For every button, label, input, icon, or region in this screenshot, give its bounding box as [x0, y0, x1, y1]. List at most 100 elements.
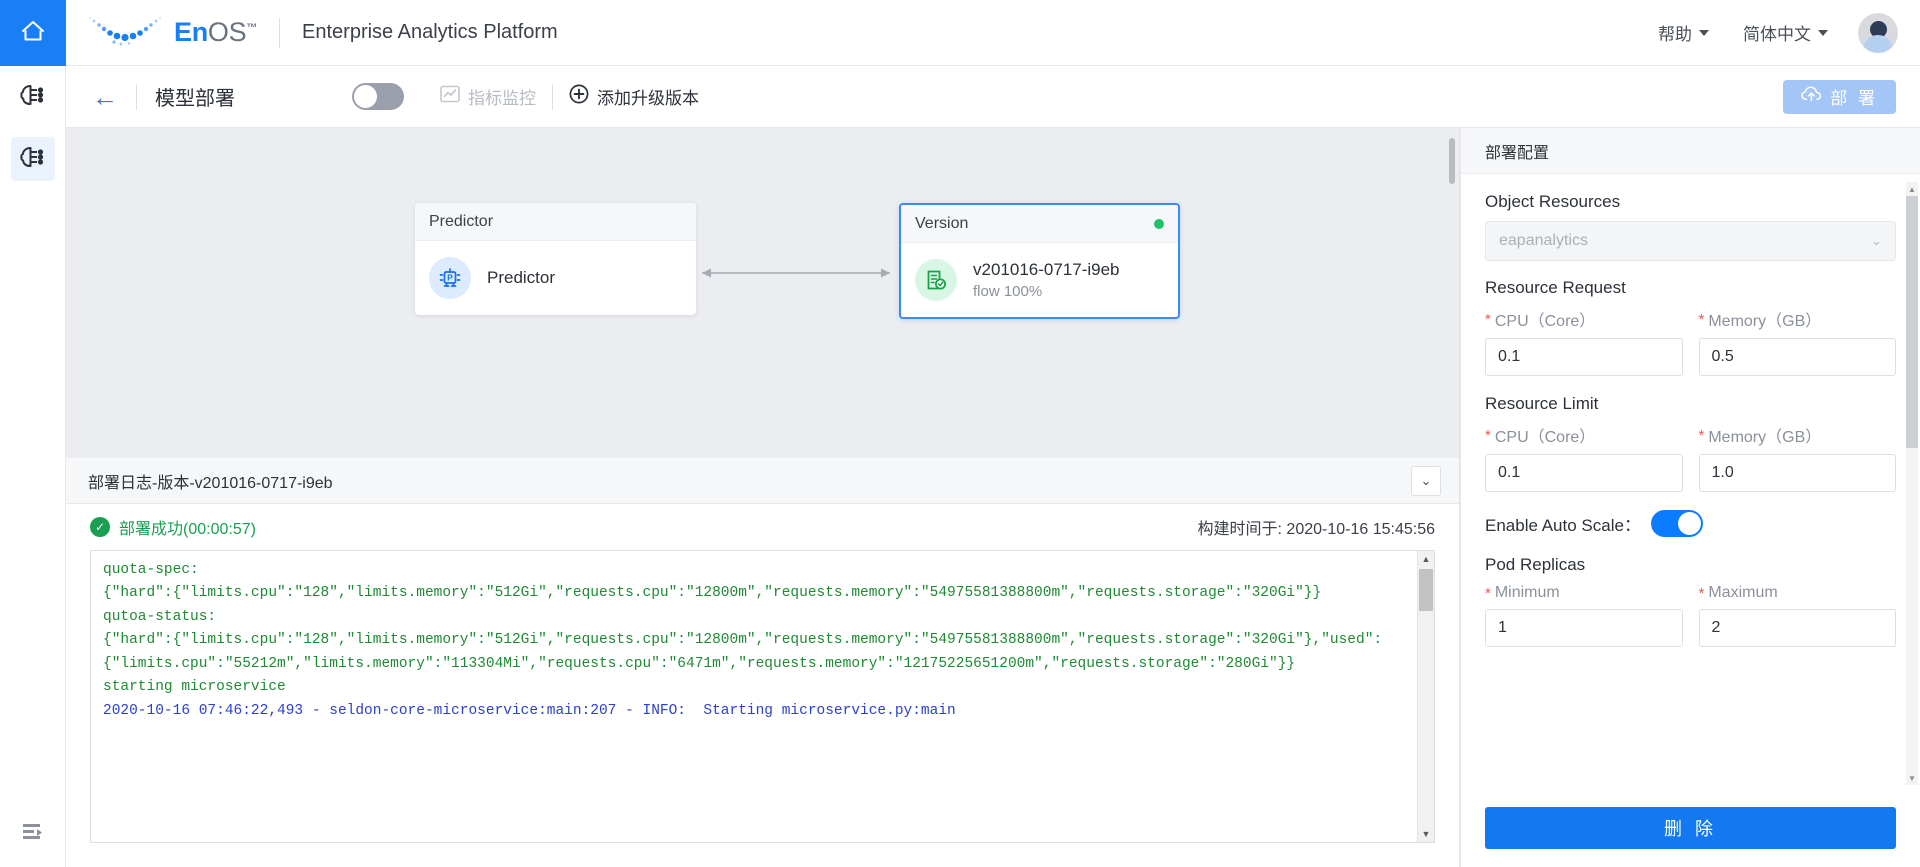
node-version-body: v201016-0717-i9eb flow 100% [901, 243, 1178, 317]
deploy-status-text: 部署成功(00:00:57) [119, 515, 256, 539]
toolbar-divider [136, 84, 137, 110]
log-scrollbar-track[interactable] [1418, 567, 1434, 826]
min-replicas-label-row: * Minimum [1485, 584, 1683, 602]
scroll-down-icon[interactable]: ▼ [1422, 826, 1431, 842]
log-line: {"hard":{"limits.cpu":"128","limits.memo… [103, 585, 1321, 601]
toggle-knob [354, 85, 377, 108]
log-line: qutoa-status: [103, 609, 216, 625]
node-version-header: Version [901, 205, 1178, 243]
max-replicas-label: Maximum [1708, 584, 1777, 602]
canvas-scrollbar[interactable] [1449, 138, 1455, 448]
add-upgrade-version-button[interactable]: 添加升级版本 [569, 84, 699, 109]
resource-limit-label: Resource Limit [1485, 394, 1896, 414]
plus-circle-icon [569, 84, 589, 109]
request-memory-field: * Memory（GB） 0.5 [1699, 307, 1897, 376]
request-cpu-field: * CPU（Core） 0.1 [1485, 307, 1683, 376]
toolbar-divider-2 [552, 84, 553, 110]
chevron-down-icon [1818, 30, 1828, 36]
auto-scale-row: Enable Auto Scale： [1485, 510, 1896, 537]
language-menu[interactable]: 简体中文 [1743, 20, 1828, 45]
add-upgrade-version-label: 添加升级版本 [597, 84, 699, 109]
limit-cpu-field: * CPU（Core） 0.1 [1485, 423, 1683, 492]
success-check-icon: ✓ [90, 517, 110, 537]
app-title: Enterprise Analytics Platform [302, 21, 558, 44]
limit-cpu-label: CPU（Core） [1495, 423, 1595, 447]
limit-memory-field: * Memory（GB） 1.0 [1699, 423, 1897, 492]
page-title: 模型部署 [155, 82, 235, 111]
ai-model-icon [19, 82, 47, 113]
pipeline-canvas[interactable]: Predictor P [66, 128, 1460, 458]
resource-request-fields: * CPU（Core） 0.1 * Memory（GB） 0.5 [1485, 307, 1896, 376]
object-resources-label: Object Resources [1485, 192, 1896, 212]
limit-cpu-input[interactable]: 0.1 [1485, 454, 1683, 492]
node-predictor-header: Predictor [415, 203, 696, 241]
collapse-menu-icon [21, 822, 45, 847]
node-predictor[interactable]: Predictor P [415, 203, 696, 315]
chart-icon [440, 85, 460, 108]
limit-memory-label-row: * Memory（GB） [1699, 423, 1897, 447]
config-scrollbar[interactable]: ▲ ▼ [1906, 182, 1918, 785]
config-scrollbar-track[interactable] [1906, 196, 1918, 771]
limit-cpu-label-row: * CPU（Core） [1485, 423, 1683, 447]
ai-model-icon [19, 144, 47, 175]
help-menu[interactable]: 帮助 [1658, 20, 1709, 45]
scroll-down-icon[interactable]: ▼ [1908, 771, 1916, 785]
node-version[interactable]: Version [899, 203, 1180, 319]
avatar-body [1863, 35, 1893, 53]
avatar[interactable] [1858, 13, 1898, 53]
node-version-subtitle: flow 100% [973, 283, 1120, 300]
node-connector [686, 263, 906, 283]
log-line-last: 2020-10-16 07:46:22,493 - seldon-core-mi… [103, 703, 956, 719]
min-replicas-input[interactable]: 1 [1485, 609, 1683, 647]
metrics-monitor-label: 指标监控 [468, 84, 536, 109]
monitor-toggle[interactable] [352, 83, 404, 110]
sidebar-item-model-2[interactable] [0, 128, 66, 190]
deploy-log-header: 部署日志-版本-v201016-0717-i9eb ⌄ [66, 458, 1459, 504]
home-button[interactable] [0, 0, 66, 66]
build-time-label: 构建时间于: 2020-10-16 15:45:56 [1198, 515, 1435, 539]
min-replicas-label: Minimum [1495, 584, 1560, 602]
resource-limit-fields: * CPU（Core） 0.1 * Memory（GB） 1.0 [1485, 423, 1896, 492]
limit-memory-input[interactable]: 1.0 [1699, 454, 1897, 492]
object-resources-select[interactable]: eapanalytics ⌄ [1485, 221, 1896, 261]
log-scrollbar[interactable]: ▲ ▼ [1417, 551, 1434, 842]
metrics-monitor-button[interactable]: 指标监控 [440, 84, 536, 109]
log-scrollbar-thumb[interactable] [1419, 569, 1433, 611]
required-marker: * [1699, 312, 1705, 327]
request-cpu-input[interactable]: 0.1 [1485, 338, 1683, 376]
scroll-up-icon[interactable]: ▲ [1908, 182, 1916, 196]
required-marker: * [1485, 586, 1491, 601]
config-scrollbar-thumb[interactable] [1906, 196, 1918, 448]
auto-scale-label: Enable Auto Scale： [1485, 511, 1641, 536]
left-sidebar [0, 0, 66, 867]
max-replicas-input[interactable]: 2 [1699, 609, 1897, 647]
scroll-up-icon[interactable]: ▲ [1422, 551, 1431, 567]
toggle-knob [1678, 512, 1701, 535]
canvas-scrollbar-thumb[interactable] [1449, 138, 1455, 184]
node-predictor-body: P Predictor [415, 241, 696, 315]
cloud-upload-icon [1801, 85, 1822, 108]
delete-button[interactable]: 删 除 [1485, 807, 1896, 849]
max-replicas-label-row: * Maximum [1699, 584, 1897, 602]
required-marker: * [1485, 312, 1491, 327]
sidebar-item-model-1[interactable] [0, 66, 66, 128]
deploy-button[interactable]: 部 署 [1783, 80, 1896, 114]
svg-text:P: P [447, 273, 453, 283]
log-line: starting microservice [103, 679, 286, 695]
chevron-down-icon [1699, 30, 1709, 36]
header-divider [279, 18, 280, 48]
back-arrow-icon[interactable]: ← [92, 84, 118, 110]
node-version-title: v201016-0717-i9eb [973, 260, 1120, 280]
deploy-log-console[interactable]: quota-spec: {"hard":{"limits.cpu":"128",… [90, 550, 1435, 843]
deploy-log-collapse-button[interactable]: ⌄ [1411, 466, 1441, 496]
brand-logo[interactable]: EnOS™ [88, 16, 257, 50]
sidebar-collapse-button[interactable] [0, 801, 66, 867]
required-marker: * [1699, 428, 1705, 443]
resource-request-label: Resource Request [1485, 278, 1896, 298]
request-memory-input[interactable]: 0.5 [1699, 338, 1897, 376]
deploy-button-label: 部 署 [1830, 84, 1878, 109]
config-panel-footer: 删 除 [1461, 793, 1920, 867]
auto-scale-toggle[interactable] [1651, 510, 1703, 537]
deploy-config-title: 部署配置 [1461, 128, 1920, 174]
log-line: {"hard":{"limits.cpu":"128","limits.memo… [103, 632, 1382, 671]
